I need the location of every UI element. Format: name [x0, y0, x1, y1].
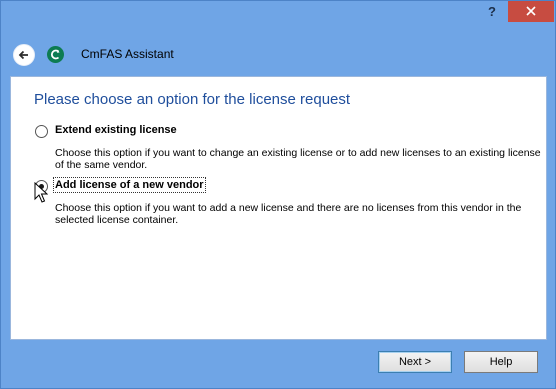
back-button[interactable]	[13, 44, 35, 66]
content-panel: Please choose an option for the license …	[10, 76, 547, 340]
help-button[interactable]: Help	[464, 351, 538, 373]
option-description: Choose this option if you want to change…	[55, 147, 541, 171]
option-label[interactable]: Extend existing license	[55, 124, 177, 136]
app-title: CmFAS Assistant	[81, 47, 174, 61]
option-label[interactable]: Add license of a new vendor	[53, 177, 206, 193]
close-button[interactable]	[508, 1, 554, 22]
help-title-button[interactable]: ?	[480, 2, 504, 22]
codemeter-icon	[47, 46, 64, 63]
close-icon	[526, 6, 536, 16]
next-button[interactable]: Next >	[378, 351, 452, 373]
title-bar: ?	[1, 1, 555, 30]
dialog-window: ? CmFAS Assistant Please choose an optio…	[0, 0, 556, 389]
back-arrow-icon	[18, 50, 28, 60]
extend-license-radio[interactable]	[35, 125, 48, 138]
header-bar: CmFAS Assistant	[2, 30, 555, 75]
option-description: Choose this option if you want to add a …	[55, 202, 522, 226]
footer-bar: Next > Help	[2, 341, 555, 388]
page-heading: Please choose an option for the license …	[34, 91, 351, 108]
mouse-cursor-icon	[34, 182, 48, 203]
